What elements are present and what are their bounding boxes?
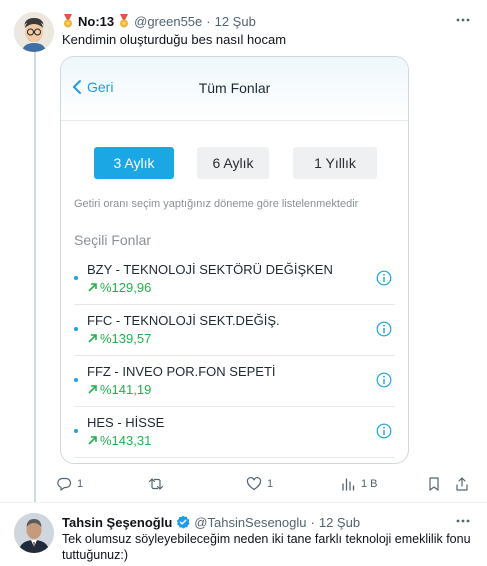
info-icon bbox=[376, 372, 392, 388]
tweet-text: Kendimin oluşturduğu bes nasıl hocam bbox=[62, 32, 287, 47]
display-name[interactable]: Tahsin Şeşenoğlu bbox=[62, 515, 172, 530]
tweet-date[interactable]: 12 Şub bbox=[319, 515, 360, 530]
bullet-dot bbox=[74, 276, 78, 280]
period-3-months: 3 Aylık bbox=[94, 147, 174, 179]
verified-badge-icon bbox=[177, 515, 190, 529]
app-header: Geri Tüm Fonlar bbox=[61, 57, 408, 121]
avatar[interactable] bbox=[14, 513, 54, 553]
bookmark-icon bbox=[429, 477, 439, 491]
heart-icon bbox=[246, 476, 262, 491]
period-6-months: 6 Aylık bbox=[197, 147, 269, 179]
separator-dot: · bbox=[206, 13, 211, 29]
like-count: 1 bbox=[267, 478, 274, 490]
period-1-year: 1 Yıllık bbox=[293, 147, 377, 179]
like-button[interactable]: 1 bbox=[246, 476, 273, 492]
fund-return: %143,31 bbox=[87, 433, 151, 448]
bar-chart-icon bbox=[342, 478, 355, 491]
tweet-date[interactable]: 12 Şub bbox=[215, 14, 256, 29]
fund-item: FFZ - INVEO POR.FON SEPETİ %141,19 bbox=[61, 356, 408, 407]
fund-return-value: %143,31 bbox=[100, 433, 152, 448]
views-button[interactable]: 1 B bbox=[340, 476, 378, 492]
share-icon bbox=[456, 477, 468, 491]
info-icon bbox=[376, 270, 392, 286]
fund-item: HES - HİSSE %143,31 bbox=[61, 407, 408, 458]
retweet-button[interactable] bbox=[148, 476, 169, 492]
medal-icon bbox=[118, 14, 130, 28]
fund-return: %141,19 bbox=[87, 382, 151, 397]
fund-item: BZY - TEKNOLOJİ SEKTÖRÜ DEĞİŞKEN %129,96 bbox=[61, 254, 408, 305]
bullet-dot bbox=[74, 429, 78, 433]
display-name[interactable]: No:13 bbox=[78, 14, 114, 29]
avatar-photo-icon bbox=[14, 513, 54, 553]
arrow-up-right-icon bbox=[88, 283, 97, 292]
tweet[interactable]: Tahsin Şeşenoğlu @TahsinSesenoglu · 12 Ş… bbox=[0, 502, 487, 566]
separator-dot: · bbox=[310, 514, 315, 530]
retweet-icon bbox=[148, 478, 164, 490]
bookmark-button[interactable] bbox=[426, 476, 442, 492]
info-icon bbox=[376, 321, 392, 337]
more-horizontal-icon bbox=[456, 18, 470, 22]
bullet-dot bbox=[74, 327, 78, 331]
fund-name: FFZ - INVEO POR.FON SEPETİ bbox=[87, 364, 276, 379]
fund-return: %129,96 bbox=[87, 280, 151, 295]
fund-return: %139,57 bbox=[87, 331, 151, 346]
arrow-up-right-icon bbox=[88, 334, 97, 343]
info-icon bbox=[376, 423, 392, 439]
app-page-title: Tüm Fonlar bbox=[198, 80, 271, 96]
arrow-up-right-icon bbox=[88, 385, 97, 394]
bullet-dot bbox=[74, 378, 78, 382]
tweet[interactable]: No:13 @green55e · 12 Şub Kendimin oluştu… bbox=[0, 0, 487, 502]
more-options-button[interactable] bbox=[455, 513, 471, 532]
medal-icon bbox=[62, 14, 74, 28]
divider bbox=[74, 457, 395, 458]
share-button[interactable] bbox=[454, 476, 470, 492]
more-horizontal-icon bbox=[456, 519, 470, 523]
fund-return-value: %139,57 bbox=[100, 331, 152, 346]
thread-connector-line bbox=[34, 50, 36, 502]
user-handle[interactable]: @green55e bbox=[134, 14, 202, 29]
tweet-header: No:13 @green55e · 12 Şub bbox=[62, 12, 256, 30]
user-handle[interactable]: @TahsinSesenoglu bbox=[194, 515, 306, 530]
arrow-up-right-icon bbox=[88, 436, 97, 445]
period-note: Getiri oranı seçim yaptığınız döneme gör… bbox=[74, 198, 359, 210]
tweet-header: Tahsin Şeşenoğlu @TahsinSesenoglu · 12 Ş… bbox=[62, 513, 360, 531]
fund-name: FFC - TEKNOLOJİ SEKT.DEĞİŞ. bbox=[87, 313, 280, 328]
reply-count: 1 bbox=[77, 478, 84, 490]
reply-icon bbox=[57, 477, 72, 491]
fund-name: HES - HİSSE bbox=[87, 415, 165, 430]
fund-return-value: %129,96 bbox=[100, 280, 152, 295]
fund-item: FFC - TEKNOLOJİ SEKT.DEĞİŞ. %139,57 bbox=[61, 305, 408, 356]
more-options-button[interactable] bbox=[455, 12, 471, 31]
selected-funds-heading: Seçili Fonlar bbox=[74, 232, 152, 248]
tweet-text: Tek olumsuz söyleyebileceğim neden iki t… bbox=[62, 532, 471, 562]
tweet-action-bar: 1 1 1 B bbox=[56, 476, 476, 494]
avatar[interactable] bbox=[14, 12, 54, 52]
views-count: 1 B bbox=[361, 478, 378, 490]
avatar-illustration-icon bbox=[14, 12, 54, 52]
tweet-media-image[interactable]: Geri Tüm Fonlar 3 Aylık 6 Aylık 1 Yıllık… bbox=[60, 56, 409, 464]
reply-button[interactable]: 1 bbox=[56, 476, 83, 492]
fund-return-value: %141,19 bbox=[100, 382, 152, 397]
fund-name: BZY - TEKNOLOJİ SEKTÖRÜ DEĞİŞKEN bbox=[87, 262, 333, 277]
